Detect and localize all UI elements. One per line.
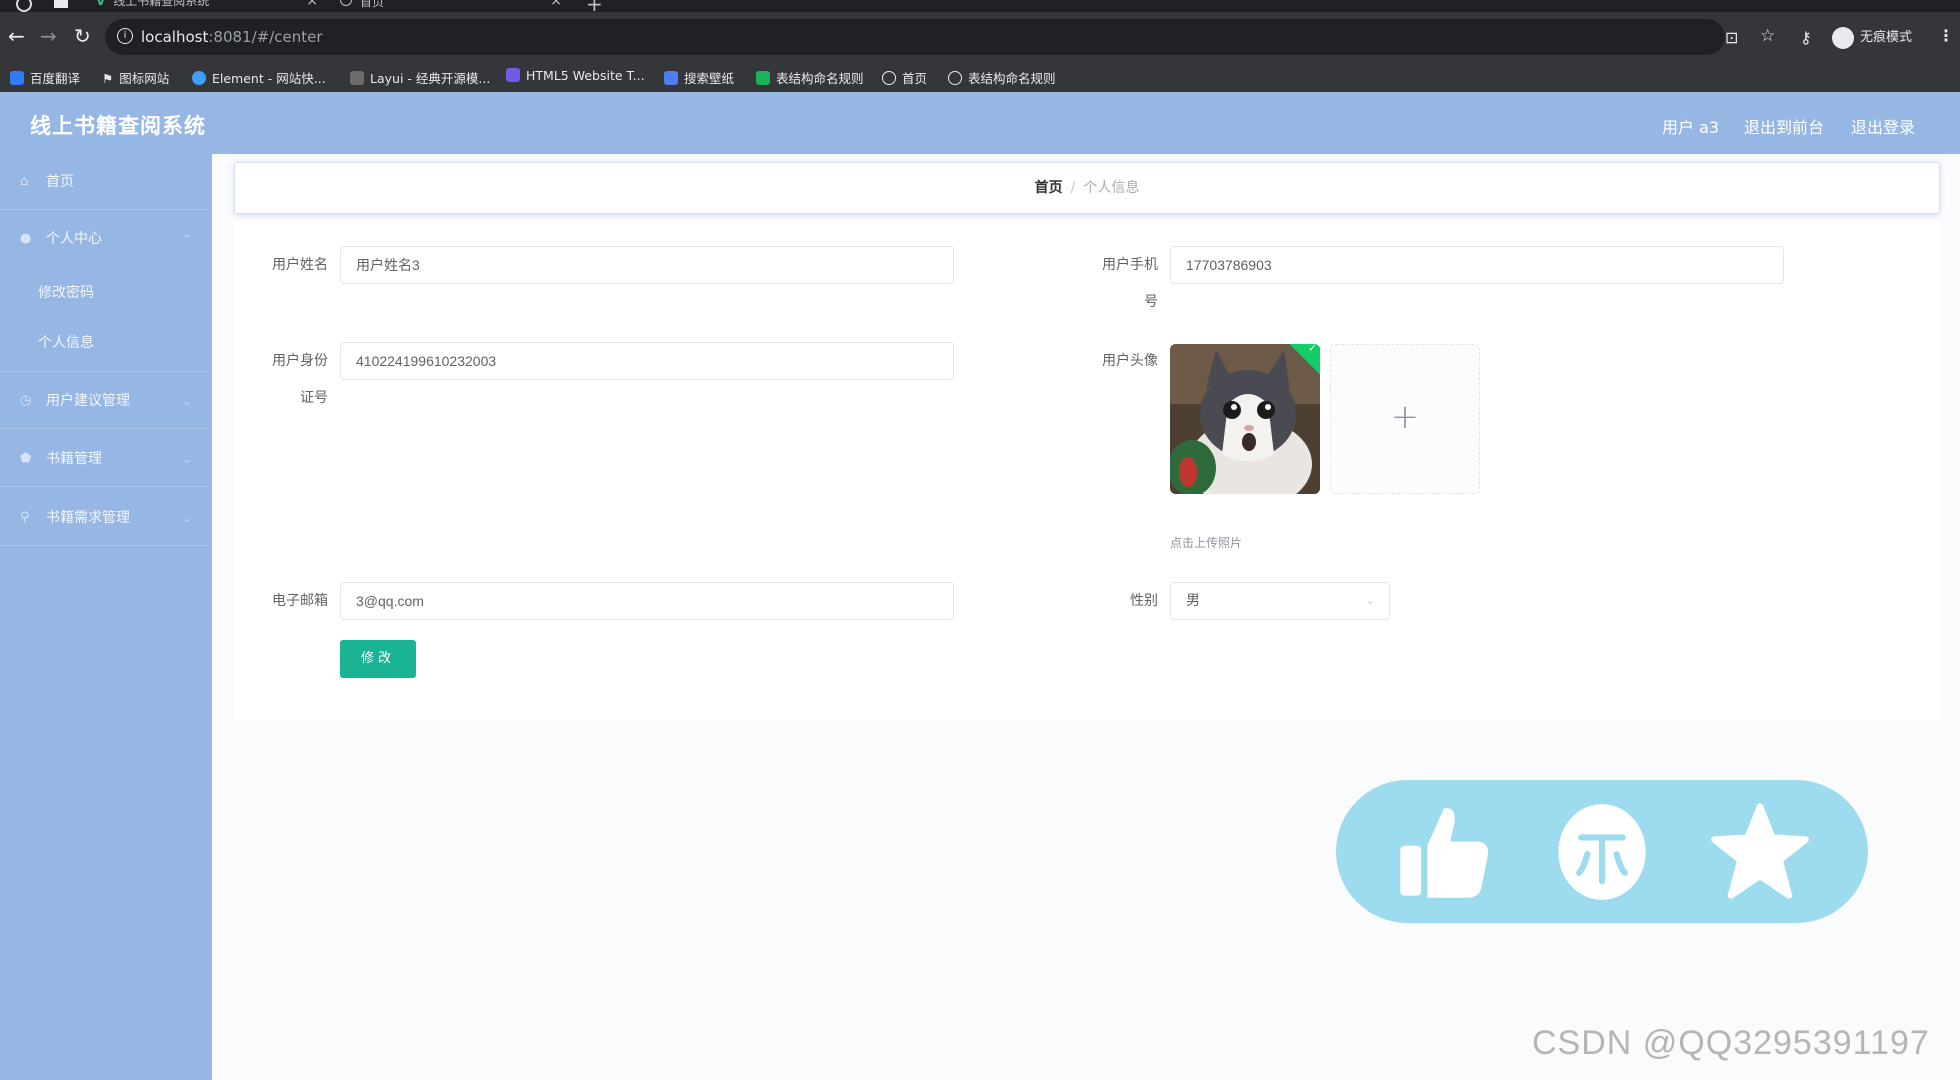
key-icon[interactable]: ⚷ — [1800, 28, 1812, 47]
upload-tip: 点击上传照片 — [1170, 536, 1243, 550]
email-label: 电子邮箱 — [272, 593, 328, 609]
bookmark-item[interactable]: 表结构命名规则 — [756, 68, 864, 87]
current-user-label: 用户 a3 — [1662, 118, 1720, 137]
site-info-icon[interactable]: i — [117, 28, 133, 44]
phone-input[interactable]: 17703786903 — [1170, 246, 1784, 284]
plus-icon: + — [1390, 397, 1420, 437]
vue-icon: V — [96, 0, 106, 8]
breadcrumb-home[interactable]: 首页 — [1035, 180, 1063, 196]
translate-icon[interactable]: ⊡ — [1725, 28, 1738, 47]
breadcrumb-current: 个人信息 — [1083, 180, 1140, 196]
home-icon: ⌂ — [20, 174, 29, 189]
incognito-profile[interactable]: 无痕模式 — [1832, 26, 1912, 50]
sidebar-item-book-request-management[interactable]: ⚲ 书籍需求管理 ⌄ — [0, 490, 212, 546]
avatar-upload-button[interactable]: + — [1330, 344, 1480, 494]
sidebar-item-personal-info[interactable]: 个人信息 — [0, 318, 212, 372]
gender-select[interactable]: 男 ⌄ — [1170, 582, 1390, 620]
browser-menu-icon[interactable] — [16, 0, 32, 12]
bookmark-item[interactable]: ⚑ 图标网站 — [102, 68, 169, 87]
clock-icon: ◷ — [20, 393, 32, 408]
browser-tab-strip: V 线上书籍查阅系统 × 首页 × + — [0, 0, 1960, 12]
idcard-input[interactable]: 410224199610232003 — [340, 342, 954, 380]
coin-icon[interactable] — [1550, 800, 1654, 904]
forward-arrow-icon[interactable]: → — [40, 26, 57, 46]
sidebar-item-personal-center[interactable]: ● 个人中心 ⌃ — [0, 211, 212, 267]
globe-icon — [340, 0, 352, 6]
tab-active[interactable]: V 线上书籍查阅系统 × — [96, 0, 318, 12]
bookmark-star-icon[interactable]: ☆ — [1760, 26, 1775, 46]
sidebar-item-home[interactable]: ⌂ 首页 — [0, 154, 212, 210]
wallpaper-favicon — [664, 71, 678, 85]
browser-toolbar: ← → ↻ i localhost:8081/#/center ⊡ ☆ ⚷ 无痕… — [0, 12, 1960, 66]
name-input[interactable]: 用户姓名3 — [340, 246, 954, 284]
cat-photo — [1170, 344, 1320, 494]
like-coin-favorite-overlay — [1336, 780, 1868, 923]
breadcrumb: 首页 / 个人信息 — [234, 162, 1940, 214]
chevron-down-icon: ⌄ — [181, 511, 192, 525]
bookmark-item[interactable]: 搜索壁纸 — [664, 68, 734, 87]
avatar-image[interactable]: ✓ — [1170, 344, 1320, 494]
bookmark-item[interactable]: HTML5 Website T... — [506, 68, 645, 83]
tab-close-icon[interactable]: × — [306, 0, 318, 8]
flag-icon: ⚑ — [102, 71, 114, 86]
name-label: 用户姓名 — [272, 257, 328, 273]
sidebar-item-book-management[interactable]: ⬟ 书籍管理 ⌄ — [0, 431, 212, 487]
gender-label: 性别 — [1130, 593, 1158, 609]
bookmarks-bar: 百度翻译 ⚑ 图标网站 Element - 网站快... Layui - 经典开源… — [0, 60, 1960, 92]
tab-close-icon[interactable]: × — [550, 0, 562, 8]
sidebar-item-suggestion-management[interactable]: ◷ 用户建议管理 ⌄ — [0, 373, 212, 429]
globe-icon — [948, 71, 962, 85]
sidebar-item-change-password[interactable]: 修改密码 — [0, 268, 212, 318]
modify-button[interactable]: 修改 — [340, 640, 416, 678]
app-header: 线上书籍查阅系统 用户 a3 退出到前台 退出登录 — [0, 92, 1960, 154]
thumbs-up-icon[interactable] — [1392, 800, 1496, 904]
chevron-down-icon: ⌄ — [181, 452, 192, 466]
address-bar[interactable]: i localhost:8081/#/center ⊡ ☆ — [105, 19, 1775, 55]
user-icon: ● — [20, 231, 32, 246]
phone-label-suffix: 号 — [1144, 294, 1158, 310]
chevron-up-icon: ⌃ — [181, 232, 192, 246]
star-icon[interactable] — [1708, 800, 1812, 904]
bookmark-item[interactable]: 百度翻译 — [10, 68, 80, 87]
bookmark-item[interactable]: Layui - 经典开源模... — [350, 68, 490, 87]
breadcrumb-separator: / — [1070, 180, 1076, 196]
email-input[interactable]: 3@qq.com — [340, 582, 954, 620]
bookmark-item[interactable]: Element - 网站快... — [192, 68, 326, 87]
back-arrow-icon[interactable]: ← — [8, 26, 25, 46]
reload-icon[interactable]: ↻ — [74, 26, 91, 46]
chevron-down-icon: ⌄ — [1365, 594, 1375, 607]
phone-label: 用户手机 — [1102, 257, 1158, 273]
idcard-label: 用户身份 — [272, 353, 328, 369]
bookmark-favicon — [10, 71, 24, 85]
tab-search-icon[interactable] — [54, 0, 68, 8]
sidebar: ⌂ 首页 ● 个人中心 ⌃ 修改密码 个人信息 ◷ 用户建议管理 ⌄ ⬟ 书籍管理 ⌄ … — [0, 154, 212, 1080]
chevron-down-icon: ⌄ — [181, 394, 192, 408]
bookmark-item[interactable]: 表结构命名规则 — [948, 68, 1056, 87]
shield-icon: ⬟ — [20, 451, 32, 466]
avatar-label: 用户头像 — [1102, 353, 1158, 369]
element-favicon — [192, 71, 206, 85]
more-menu-icon[interactable]: ⋮ — [1938, 26, 1954, 45]
app-title: 线上书籍查阅系统 — [30, 114, 206, 138]
html5-favicon — [506, 68, 520, 82]
incognito-avatar-icon — [1832, 26, 1854, 49]
url-text[interactable]: localhost:8081/#/center — [141, 28, 323, 46]
location-icon: ⚲ — [20, 510, 30, 525]
sheet-favicon — [756, 71, 770, 85]
back-to-front-link[interactable]: 退出到前台 — [1744, 114, 1824, 138]
globe-icon — [882, 71, 896, 85]
watermark: CSDN @QQ3295391197 — [1532, 1024, 1930, 1062]
new-tab-icon[interactable]: + — [586, 0, 603, 12]
bookmark-item[interactable]: 首页 — [882, 68, 927, 87]
layui-favicon — [350, 71, 364, 85]
tab-inactive[interactable]: 首页 × — [340, 0, 562, 12]
logout-link[interactable]: 退出登录 — [1851, 114, 1915, 138]
idcard-label-suffix: 证号 — [300, 390, 328, 406]
check-icon: ✓ — [1308, 344, 1318, 355]
